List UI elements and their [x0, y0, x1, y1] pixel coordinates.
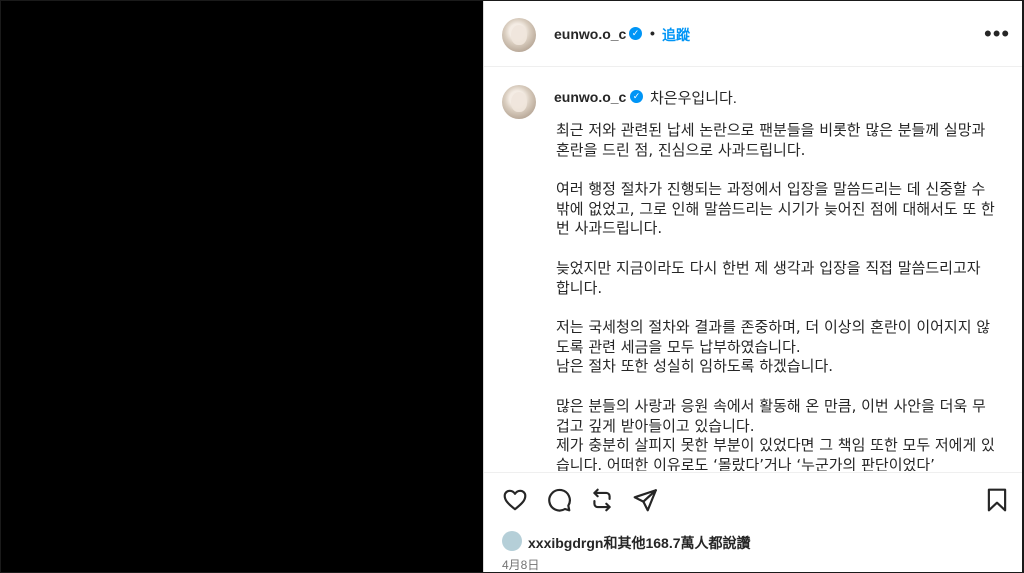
caption-paragraph: 저는 국세청의 절차와 결과를 존중하며, 더 이상의 혼란이 이어지지 않도록…	[556, 318, 991, 376]
follow-button[interactable]: 追蹤	[662, 25, 690, 45]
comment-icon[interactable]	[546, 487, 572, 513]
separator-dot: •	[650, 25, 655, 41]
caption-paragraph: 늦었지만 지금이라도 다시 한번 제 생각과 입장을 직접 말씀드리고자 합니다…	[556, 258, 981, 297]
heart-icon[interactable]	[502, 487, 528, 513]
post-media[interactable]	[1, 1, 483, 572]
action-bar	[484, 472, 1022, 527]
caption-paragraph: 많은 분들의 사랑과 응원 속에서 활동해 온 만큼, 이번 사안을 더욱 무겁…	[556, 396, 995, 471]
avatar[interactable]	[502, 18, 536, 52]
caption-first-line: 차은우입니다.	[650, 90, 737, 107]
verified-badge-icon: ✓	[630, 90, 643, 103]
caption-section[interactable]: eunwo.o_c ✓ 차은우입니다. 최근 저와 관련된 납세 논란으로 팬분…	[484, 67, 1022, 471]
caption-username-link[interactable]: eunwo.o_c	[554, 89, 626, 105]
post-window: eunwo.o_c ✓ • 追蹤 ••• eunwo.o_c ✓ 차은우입니다.…	[1, 1, 1022, 572]
avatar[interactable]	[502, 85, 536, 119]
bookmark-icon[interactable]	[984, 487, 1010, 513]
post-date[interactable]: 4月8日	[502, 556, 539, 573]
post-side-panel: eunwo.o_c ✓ • 追蹤 ••• eunwo.o_c ✓ 차은우입니다.…	[483, 1, 1022, 572]
caption-text: 최근 저와 관련된 납세 논란으로 팬분들을 비롯한 많은 분들께 실망과 혼란…	[556, 121, 996, 471]
caption-paragraph: 최근 저와 관련된 납세 논란으로 팬분들을 비롯한 많은 분들께 실망과 혼란…	[556, 121, 986, 159]
liker-avatar[interactable]	[502, 531, 522, 551]
likes-count[interactable]: xxxibgdrgn和其他168.7萬人都說讚	[528, 533, 751, 553]
more-options-icon[interactable]: •••	[984, 21, 1010, 47]
username-link[interactable]: eunwo.o_c	[554, 26, 626, 42]
send-icon[interactable]	[632, 487, 658, 513]
post-header: eunwo.o_c ✓ • 追蹤 •••	[484, 1, 1022, 67]
verified-badge-icon: ✓	[629, 27, 642, 40]
caption-paragraph: 여러 행정 절차가 진행되는 과정에서 입장을 말씀드리는 데 신중할 수밖에 …	[556, 180, 995, 238]
repost-icon[interactable]	[589, 487, 615, 513]
